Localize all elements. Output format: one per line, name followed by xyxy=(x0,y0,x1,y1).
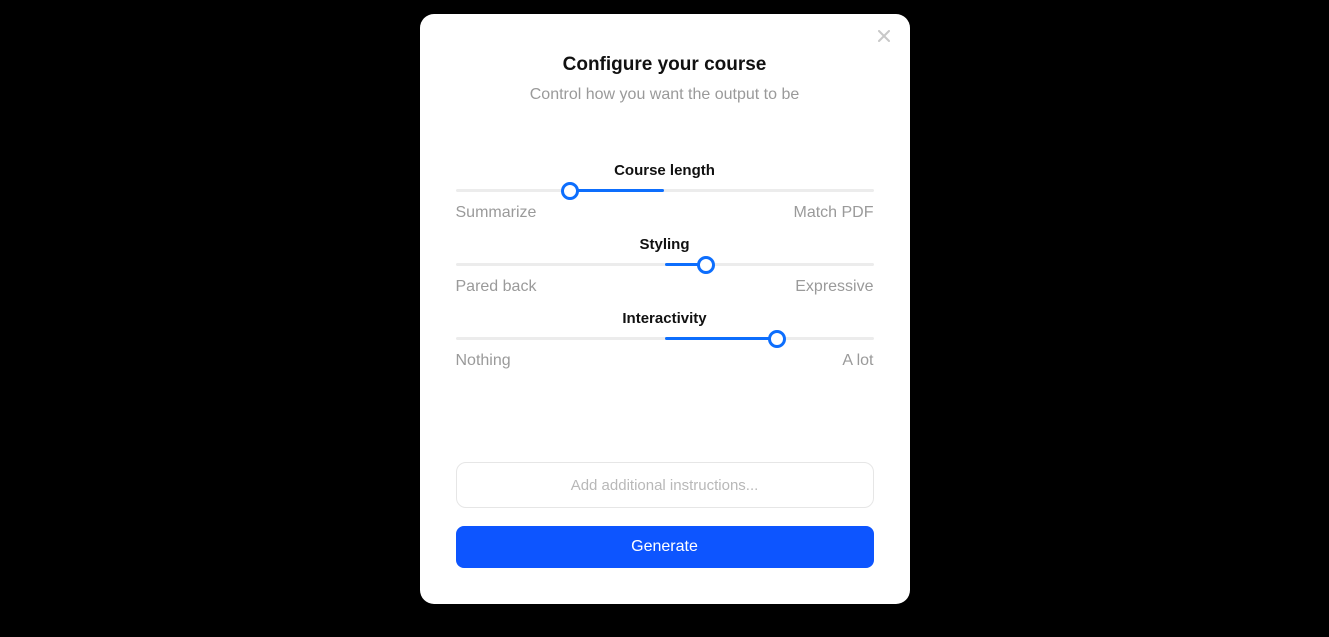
slider-course-length: Course length Summarize Match PDF xyxy=(456,162,874,222)
slider-ends-course-length: Summarize Match PDF xyxy=(456,204,874,222)
configure-course-modal: Configure your course Control how you wa… xyxy=(420,14,910,604)
slider-track-course-length[interactable] xyxy=(456,189,874,192)
slider-interactivity: Interactivity Nothing A lot xyxy=(456,310,874,370)
slider-label-styling: Styling xyxy=(456,236,874,253)
slider-thumb-course-length[interactable] xyxy=(561,182,579,200)
close-button[interactable] xyxy=(874,28,894,48)
slider-left-course-length: Summarize xyxy=(456,204,537,222)
slider-label-interactivity: Interactivity xyxy=(456,310,874,327)
slider-right-course-length: Match PDF xyxy=(793,204,873,222)
slider-left-styling: Pared back xyxy=(456,278,537,296)
slider-ends-styling: Pared back Expressive xyxy=(456,278,874,296)
slider-track-interactivity[interactable] xyxy=(456,337,874,340)
slider-fill-interactivity xyxy=(665,337,778,340)
slider-ends-interactivity: Nothing A lot xyxy=(456,352,874,370)
slider-styling: Styling Pared back Expressive xyxy=(456,236,874,296)
slider-label-course-length: Course length xyxy=(456,162,874,179)
modal-title: Configure your course xyxy=(456,54,874,76)
slider-left-interactivity: Nothing xyxy=(456,352,511,370)
close-icon xyxy=(878,30,890,46)
slider-right-styling: Expressive xyxy=(795,278,873,296)
slider-thumb-styling[interactable] xyxy=(697,256,715,274)
slider-track-styling[interactable] xyxy=(456,263,874,266)
slider-thumb-interactivity[interactable] xyxy=(768,330,786,348)
generate-button[interactable]: Generate xyxy=(456,526,874,568)
additional-instructions-input[interactable] xyxy=(456,462,874,508)
modal-subtitle: Control how you want the output to be xyxy=(456,86,874,104)
slider-right-interactivity: A lot xyxy=(842,352,873,370)
sliders-section: Course length Summarize Match PDF Stylin… xyxy=(456,162,874,370)
slider-fill-course-length xyxy=(570,189,664,192)
